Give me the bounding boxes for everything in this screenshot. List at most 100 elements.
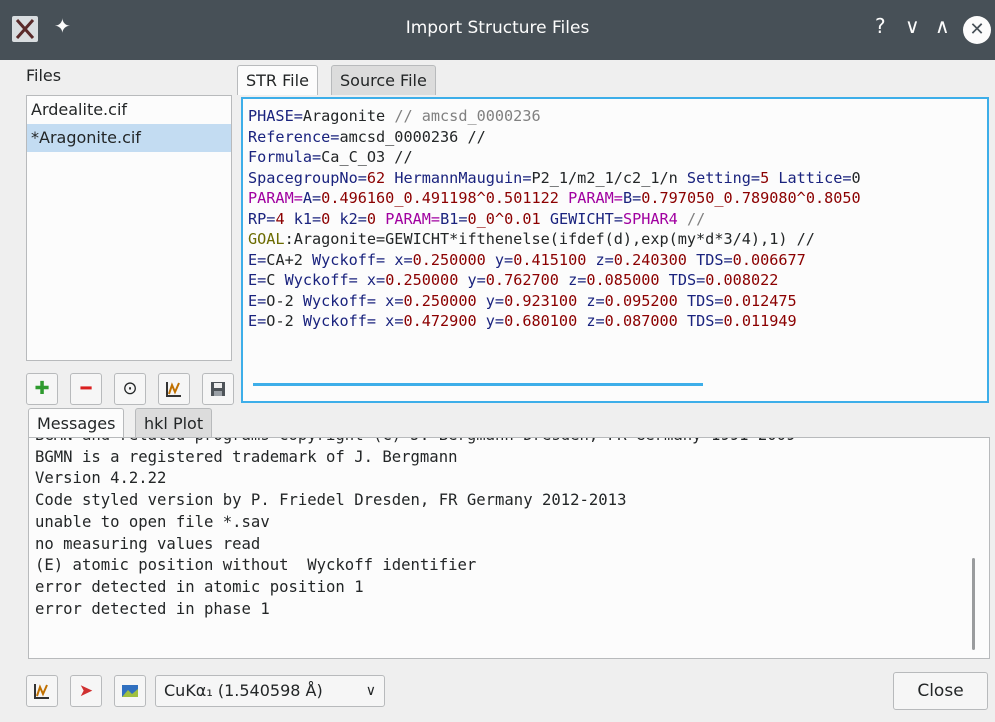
image-icon — [122, 685, 138, 697]
help-icon[interactable]: ? — [875, 14, 886, 38]
code-token: TDS= — [686, 312, 724, 330]
code-token: PARAM= — [385, 209, 441, 228]
code-token: 0.011949 — [723, 312, 797, 330]
code-token: 0.250000 — [412, 250, 495, 269]
code-token: Lattice= — [778, 168, 852, 187]
code-token: // — [686, 209, 706, 228]
code-token: 0.496160_0.491198^0.501122 — [321, 189, 569, 207]
code-line: Formula=Ca_C_O3 // — [248, 147, 982, 168]
chart-icon — [34, 684, 49, 699]
code-token: RP= — [248, 209, 276, 228]
code-line: E=C Wyckoff= x=0.250000 y=0.762700 z=0.0… — [248, 270, 982, 291]
code-token: 0.472900 — [403, 312, 486, 330]
arrow-right-icon: ➤ — [78, 681, 94, 701]
code-token: PARAM= — [248, 189, 303, 207]
code-token: 0.085000 — [586, 271, 669, 289]
code-line: Reference=amcsd_0000236 // — [248, 127, 982, 148]
tab-source-file[interactable]: Source File — [331, 65, 436, 95]
maximize-icon[interactable]: ∧ — [935, 14, 950, 38]
code-token: 0.250000 — [403, 291, 486, 310]
code-token: 0.797050_0.789080^0.8050 — [641, 189, 861, 207]
code-token: Reference= — [248, 127, 340, 146]
code-token: E= — [248, 271, 267, 289]
wavelength-select[interactable]: CuKα₁ (1.540598 Å) ∨ — [155, 675, 385, 707]
file-list[interactable]: Ardealite.cif *Aragonite.cif — [26, 95, 232, 361]
code-token: y= — [494, 250, 514, 269]
code-token: B1= — [440, 209, 468, 228]
code-token: TDS= — [696, 250, 733, 269]
export-button[interactable]: ➤ — [70, 675, 102, 707]
code-token: 5 — [760, 168, 779, 187]
code-token: k1= — [293, 209, 322, 228]
list-item[interactable]: *Aragonite.cif — [27, 124, 231, 152]
tab-messages[interactable]: Messages — [28, 408, 125, 438]
tab-str-file[interactable]: STR File — [237, 65, 318, 95]
wavelength-value: CuKα₁ (1.540598 Å) — [164, 681, 323, 700]
horizontal-scrollbar[interactable] — [253, 383, 703, 386]
save-button[interactable] — [202, 373, 234, 405]
code-line: PARAM=A=0.496160_0.491198^0.501122 PARAM… — [248, 188, 982, 209]
code-token: 0.762700 — [485, 271, 569, 289]
code-token: 0.415100 — [513, 250, 596, 269]
code-line: E=O-2 Wyckoff= x=0.250000 y=0.923100 z=0… — [248, 291, 982, 312]
code-token: Wyckoff= — [284, 271, 367, 289]
minimize-icon[interactable]: ∨ — [905, 14, 920, 38]
code-token: 0.008022 — [705, 271, 779, 289]
files-label: Files — [26, 66, 62, 85]
close-button[interactable]: Close — [893, 672, 988, 710]
code-token: O-2 — [266, 291, 303, 310]
message-line: BGMN is a registered trademark of J. Ber… — [35, 447, 458, 466]
code-token: SPHAR4 — [622, 209, 687, 228]
code-token: 0.250000 — [385, 271, 468, 289]
chart-icon — [166, 382, 181, 397]
code-line: RP=4 k1=0 k2=0 PARAM=B1=0_0^0.01 GEWICHT… — [248, 209, 982, 230]
message-line: unable to open file *.sav — [35, 512, 270, 531]
code-token: TDS= — [668, 271, 706, 289]
code-token: z= — [568, 271, 587, 289]
image-button[interactable] — [114, 675, 146, 707]
code-token: 62 — [366, 168, 395, 187]
vertical-scrollbar[interactable] — [972, 558, 975, 650]
tab-hkl-plot[interactable]: hkl Plot — [135, 408, 213, 438]
code-token: SpacegroupNo= — [248, 168, 367, 187]
messages-panel[interactable]: BGMN and related programs copyright (C) … — [28, 437, 990, 659]
code-token: Wyckoff= — [302, 312, 386, 330]
play-circle-icon: ⊙ — [122, 378, 138, 399]
code-token: x= — [385, 291, 404, 310]
floppy-icon — [211, 382, 225, 396]
code-token: E= — [248, 291, 267, 310]
code-token: TDS= — [686, 291, 724, 310]
code-token: 0 — [321, 209, 340, 228]
code-token: PHASE= — [248, 107, 303, 125]
code-line: PHASE=Aragonite // amcsd_0000236 — [248, 106, 982, 127]
remove-file-button[interactable]: ━ — [70, 373, 102, 405]
code-token: P2_1/m2_1/c2_1/n — [531, 168, 687, 187]
plot-button[interactable] — [158, 373, 190, 405]
code-token: B= — [622, 189, 642, 207]
code-line: E=O-2 Wyckoff= x=0.472900 y=0.680100 z=0… — [248, 311, 982, 332]
code-token: A= — [302, 189, 322, 207]
code-token: 0_0^0.01 — [467, 209, 550, 228]
code-token: Wyckoff= — [302, 291, 386, 310]
str-file-editor[interactable]: PHASE=Aragonite // amcsd_0000236 Referenc… — [241, 97, 989, 403]
code-token: E= — [248, 250, 267, 269]
close-window-icon[interactable]: ✕ — [963, 16, 991, 44]
plus-icon: ✚ — [34, 378, 50, 399]
code-token: Setting= — [686, 168, 761, 187]
code-token: 0.087000 — [604, 312, 687, 330]
message-line: BGMN and related programs copyright (C) … — [35, 438, 795, 447]
code-token: z= — [586, 312, 605, 330]
plot-bottom-button[interactable] — [26, 675, 58, 707]
minus-icon: ━ — [80, 378, 92, 399]
list-item[interactable]: Ardealite.cif — [27, 96, 231, 124]
code-token: z= — [595, 250, 614, 269]
code-token: Aragonite — [302, 107, 395, 125]
code-token: GEWICHT= — [549, 209, 623, 228]
code-token: :Aragonite=GEWICHT*ifthenelse(ifdef(d),e… — [284, 230, 815, 248]
run-button[interactable]: ⊙ — [114, 373, 146, 405]
code-token: amcsd_0000236 // — [339, 127, 486, 146]
add-file-button[interactable]: ✚ — [26, 373, 58, 405]
code-token: 0.680100 — [504, 312, 587, 330]
code-token: Wyckoff= — [312, 250, 395, 269]
code-token: CA+2 — [266, 250, 313, 269]
